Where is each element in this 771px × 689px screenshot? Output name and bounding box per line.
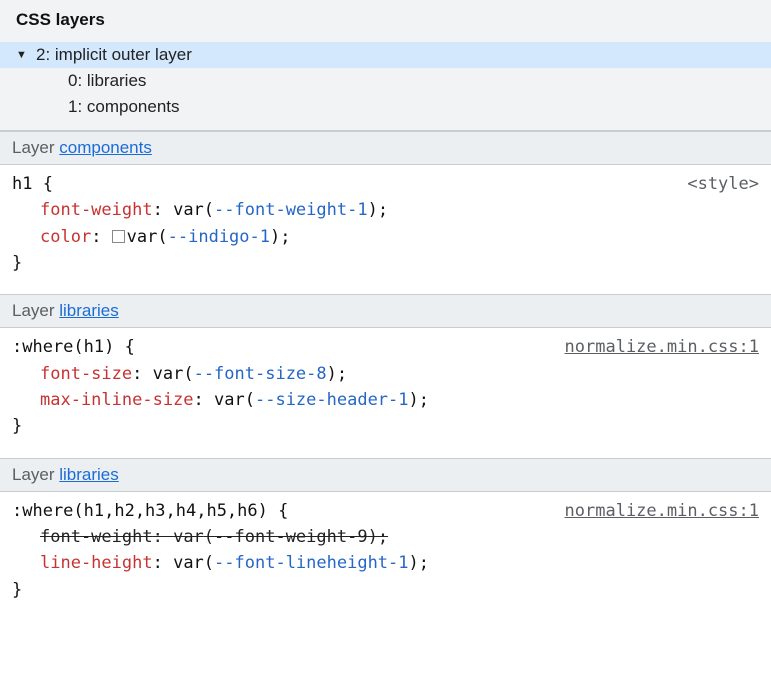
layer-tree-row[interactable]: 0: libraries bbox=[0, 68, 771, 94]
layer-section-header: Layer libraries bbox=[0, 294, 771, 328]
layer-tree-label: 0: libraries bbox=[68, 71, 146, 91]
rule-source-link[interactable]: normalize.min.css:1 bbox=[565, 334, 759, 360]
css-declaration[interactable]: color: var(--indigo-1); bbox=[12, 224, 759, 250]
rule-source-link[interactable]: normalize.min.css:1 bbox=[565, 498, 759, 524]
css-variable[interactable]: --indigo-1 bbox=[168, 227, 270, 247]
paren-open: ( bbox=[204, 527, 214, 547]
rule-top-line: h1 { <style> bbox=[12, 171, 759, 197]
css-declaration[interactable]: font-weight: var(--font-weight-1); bbox=[12, 197, 759, 223]
css-property: max-inline-size bbox=[40, 390, 194, 410]
paren-open: ( bbox=[204, 200, 214, 220]
layer-tree: ▼ 2: implicit outer layer 0: libraries 1: c… bbox=[0, 38, 771, 130]
css-rule-block: :where(h1,h2,h3,h4,h5,h6) { normalize.min… bbox=[0, 492, 771, 609]
section-gap bbox=[0, 282, 771, 294]
layer-tree-label: 1: components bbox=[68, 97, 180, 117]
paren-open: ( bbox=[157, 227, 167, 247]
layer-label-prefix: Layer bbox=[12, 301, 59, 320]
paren-open: ( bbox=[183, 364, 193, 384]
css-variable[interactable]: --size-header-1 bbox=[255, 390, 409, 410]
css-property: font-weight bbox=[40, 527, 153, 547]
css-function: var bbox=[173, 200, 204, 220]
css-declaration[interactable]: font-weight: var(--font-weight-9); bbox=[12, 524, 759, 550]
colon: : bbox=[132, 364, 152, 384]
css-layers-panel: CSS layers ▼ 2: implicit outer layer 0: li… bbox=[0, 0, 771, 131]
layer-tree-label: 2: implicit outer layer bbox=[36, 45, 192, 65]
css-rule-block: h1 {<style>font-weight: var(--font-weigh… bbox=[0, 165, 771, 282]
layer-tree-row[interactable]: ▼ 2: implicit outer layer bbox=[0, 42, 771, 68]
layer-link[interactable]: components bbox=[59, 138, 152, 157]
layer-section-header: Layer components bbox=[0, 131, 771, 165]
layer-link[interactable]: libraries bbox=[59, 465, 119, 484]
colon: : bbox=[153, 527, 173, 547]
colon: : bbox=[153, 553, 173, 573]
rule-top-line: :where(h1) { normalize.min.css:1 bbox=[12, 334, 759, 360]
panel-title: CSS layers bbox=[0, 0, 771, 38]
css-property: font-size bbox=[40, 364, 132, 384]
css-function: var bbox=[127, 227, 158, 247]
css-function: var bbox=[214, 390, 245, 410]
css-selector[interactable]: :where(h1,h2,h3,h4,h5,h6) bbox=[12, 501, 268, 521]
css-variable[interactable]: --font-weight-9 bbox=[214, 527, 368, 547]
css-declaration[interactable]: font-size: var(--font-size-8); bbox=[12, 361, 759, 387]
css-selector[interactable]: h1 bbox=[12, 174, 32, 194]
css-property: color bbox=[40, 227, 91, 247]
layer-link[interactable]: libraries bbox=[59, 301, 119, 320]
paren-close: ); bbox=[368, 200, 388, 220]
paren-open: ( bbox=[204, 553, 214, 573]
paren-open: ( bbox=[245, 390, 255, 410]
rule-source-link[interactable]: <style> bbox=[687, 171, 759, 197]
css-function: var bbox=[173, 553, 204, 573]
colon: : bbox=[91, 227, 111, 247]
layer-section-header: Layer libraries bbox=[0, 458, 771, 492]
open-brace: { bbox=[32, 174, 52, 194]
layer-tree-row[interactable]: 1: components bbox=[0, 94, 771, 120]
colon: : bbox=[194, 390, 214, 410]
color-swatch-icon[interactable] bbox=[112, 230, 125, 243]
css-property: line-height bbox=[40, 553, 153, 573]
css-function: var bbox=[153, 364, 184, 384]
css-variable[interactable]: --font-weight-1 bbox=[214, 200, 368, 220]
paren-close: ); bbox=[409, 390, 429, 410]
layer-label-prefix: Layer bbox=[12, 465, 59, 484]
colon: : bbox=[153, 200, 173, 220]
close-brace: } bbox=[12, 250, 759, 276]
section-gap bbox=[0, 446, 771, 458]
rule-top-line: :where(h1,h2,h3,h4,h5,h6) { normalize.min… bbox=[12, 498, 759, 524]
open-brace: { bbox=[268, 501, 288, 521]
css-declaration[interactable]: max-inline-size: var(--size-header-1); bbox=[12, 387, 759, 413]
close-brace: } bbox=[12, 413, 759, 439]
layer-label-prefix: Layer bbox=[12, 138, 59, 157]
css-function: var bbox=[173, 527, 204, 547]
disclosure-triangle-icon[interactable]: ▼ bbox=[16, 49, 30, 61]
paren-close: ); bbox=[368, 527, 388, 547]
paren-close: ); bbox=[409, 553, 429, 573]
css-rule-block: :where(h1) {normalize.min.css:1font-size… bbox=[0, 328, 771, 445]
paren-close: ); bbox=[270, 227, 290, 247]
css-variable[interactable]: --font-lineheight-1 bbox=[214, 553, 408, 573]
open-brace: { bbox=[114, 337, 134, 357]
close-brace: } bbox=[12, 577, 759, 603]
css-selector[interactable]: :where(h1) bbox=[12, 337, 114, 357]
css-property: font-weight bbox=[40, 200, 153, 220]
css-variable[interactable]: --font-size-8 bbox=[194, 364, 327, 384]
paren-close: ); bbox=[327, 364, 347, 384]
css-declaration[interactable]: line-height: var(--font-lineheight-1); bbox=[12, 550, 759, 576]
